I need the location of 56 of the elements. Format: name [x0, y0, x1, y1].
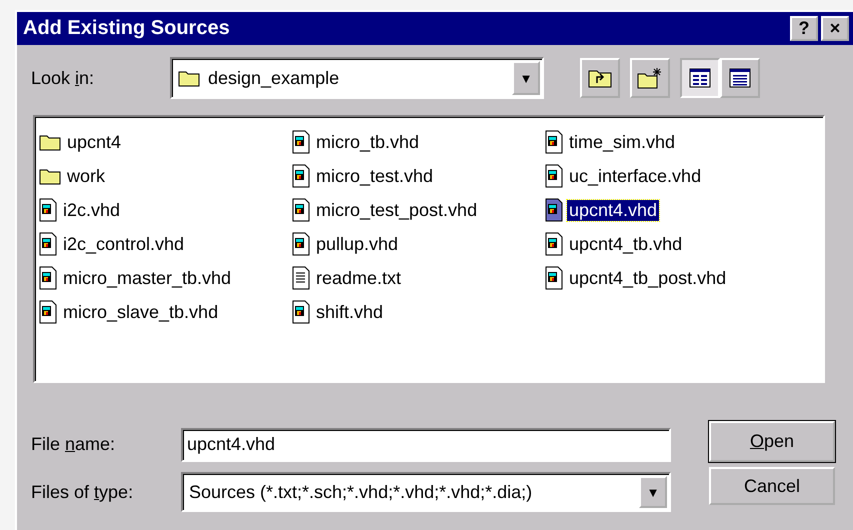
- file-item[interactable]: pullup.vhd: [292, 227, 545, 261]
- file-item[interactable]: readme.txt: [292, 261, 545, 295]
- toolbar-button[interactable]: [720, 58, 760, 98]
- folder-icon: [39, 166, 61, 186]
- toolbar-button[interactable]: [630, 58, 670, 98]
- file-item[interactable]: micro_master_tb.vhd: [39, 261, 292, 295]
- file-item[interactable]: i2c.vhd: [39, 193, 292, 227]
- window-title: Add Existing Sources: [23, 17, 231, 40]
- file-item[interactable]: shift.vhd: [292, 295, 545, 329]
- file-name-field[interactable]: upcnt4.vhd: [181, 428, 671, 462]
- vhdl-file-icon: [39, 300, 57, 324]
- text-file-icon: [292, 266, 310, 290]
- vhdl-file-icon: [545, 198, 563, 222]
- open-button[interactable]: Open: [709, 421, 835, 462]
- file-item[interactable]: upcnt4_tb.vhd: [545, 227, 798, 261]
- up-folder-icon: [588, 68, 612, 88]
- vhdl-file-icon: [292, 130, 310, 154]
- vhdl-file-icon: [292, 164, 310, 188]
- vhdl-file-icon: [545, 266, 563, 290]
- look-in-dropdown[interactable]: design_example ▼: [170, 57, 544, 99]
- list-view-icon: [689, 68, 711, 88]
- vhdl-file-icon: [39, 266, 57, 290]
- file-item[interactable]: upcnt4_tb_post.vhd: [545, 261, 798, 295]
- file-item[interactable]: micro_slave_tb.vhd: [39, 295, 292, 329]
- look-in-label: Look in:: [31, 68, 96, 88]
- details-view-icon: [729, 68, 751, 88]
- vhdl-file-icon: [545, 130, 563, 154]
- file-item[interactable]: upcnt4.vhd: [545, 193, 798, 227]
- new-folder-icon: [637, 67, 663, 89]
- vhdl-file-icon: [292, 198, 310, 222]
- file-item[interactable]: i2c_control.vhd: [39, 227, 292, 261]
- folder-icon: [178, 68, 200, 88]
- file-item[interactable]: upcnt4: [39, 125, 292, 159]
- dropdown-button[interactable]: ▼: [639, 476, 667, 508]
- file-item[interactable]: micro_test_post.vhd: [292, 193, 545, 227]
- file-item[interactable]: time_sim.vhd: [545, 125, 798, 159]
- vhdl-file-icon: [545, 232, 563, 256]
- toolbar-button[interactable]: [580, 58, 620, 98]
- file-item[interactable]: uc_interface.vhd: [545, 159, 798, 193]
- folder-icon: [39, 132, 61, 152]
- dropdown-button[interactable]: ▼: [512, 61, 540, 95]
- file-item[interactable]: micro_tb.vhd: [292, 125, 545, 159]
- file-type-dropdown[interactable]: Sources (*.txt;*.sch;*.vhd;*.vhd;*.vhd;*.dia;) ▼: [181, 472, 671, 512]
- help-button[interactable]: ?: [790, 16, 818, 41]
- vhdl-file-icon: [39, 198, 57, 222]
- file-name-label: File name:: [31, 434, 116, 455]
- close-button[interactable]: ×: [821, 16, 849, 41]
- file-item[interactable]: work: [39, 159, 292, 193]
- vhdl-file-icon: [292, 232, 310, 256]
- vhdl-file-icon: [545, 164, 563, 188]
- file-item[interactable]: micro_test.vhd: [292, 159, 545, 193]
- cancel-button[interactable]: Cancel: [709, 467, 835, 505]
- vhdl-file-icon: [39, 232, 57, 256]
- vhdl-file-icon: [292, 300, 310, 324]
- toolbar-button[interactable]: [680, 58, 720, 98]
- file-type-label: Files of type:: [31, 482, 134, 502]
